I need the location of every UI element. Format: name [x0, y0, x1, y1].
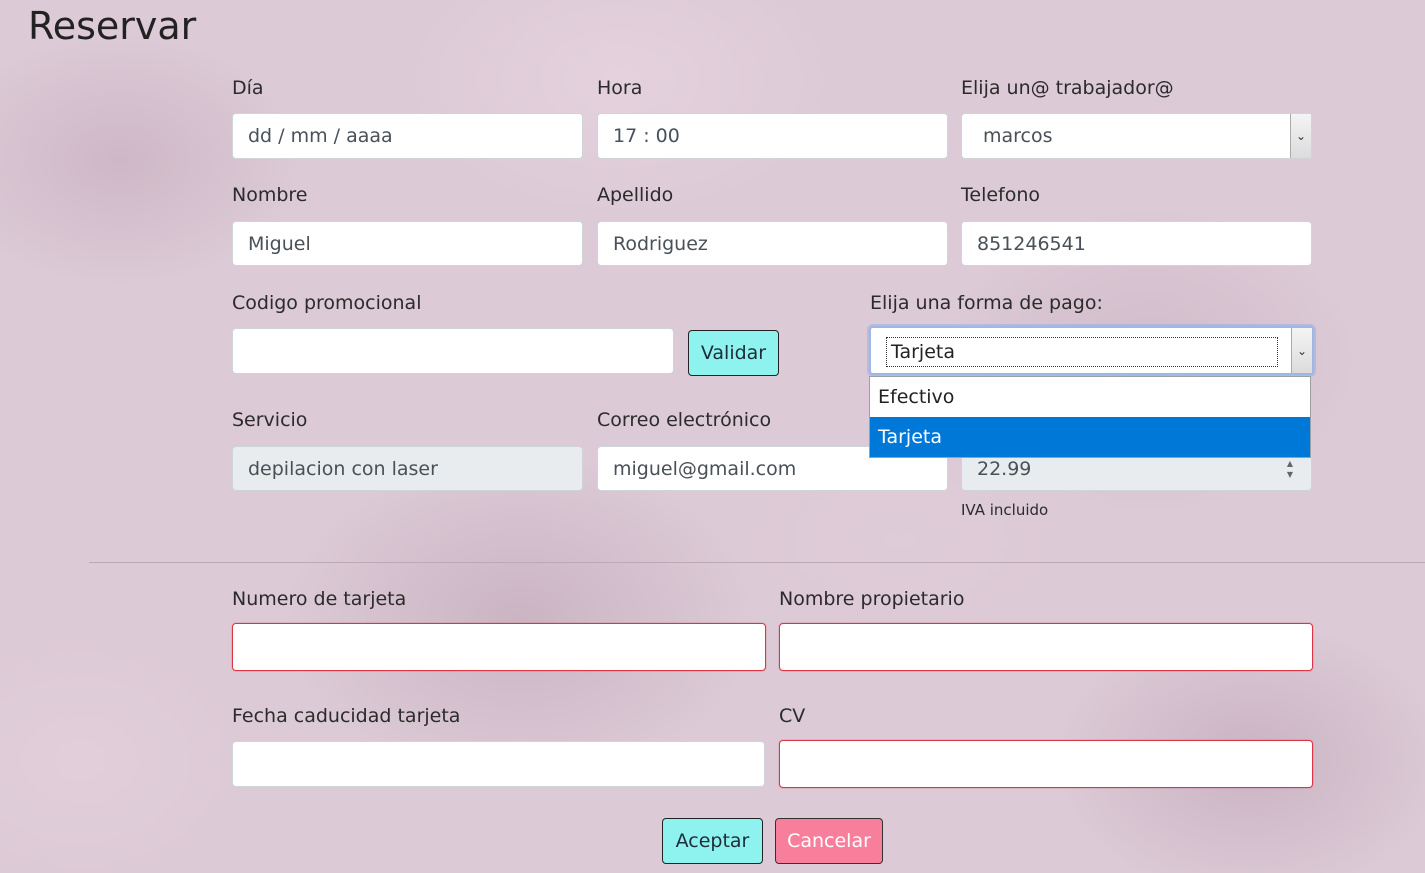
- hora-value: 17 : 00: [613, 125, 680, 147]
- hora-time-input[interactable]: 17 : 00: [597, 113, 948, 159]
- correo-label: Correo electrónico: [597, 409, 772, 431]
- pago-label: Elija una forma de pago:: [870, 292, 1103, 314]
- propietario-input[interactable]: [779, 623, 1313, 671]
- trabajador-select[interactable]: marcos ⌄: [961, 113, 1312, 159]
- nombre-input[interactable]: Miguel: [232, 221, 583, 266]
- numero-tarjeta-label: Numero de tarjeta: [232, 588, 407, 610]
- cv-input[interactable]: [779, 740, 1313, 788]
- servicio-label: Servicio: [232, 409, 308, 431]
- dia-label: Día: [232, 77, 264, 99]
- chevron-down-icon[interactable]: ⌄: [1291, 328, 1312, 373]
- numero-tarjeta-input[interactable]: [232, 623, 766, 671]
- cancelar-button[interactable]: Cancelar: [775, 818, 883, 864]
- nombre-value: Miguel: [248, 232, 311, 255]
- pago-dropdown-list: Efectivo Tarjeta: [869, 376, 1311, 458]
- caducidad-input[interactable]: [232, 741, 765, 787]
- pago-option-efectivo[interactable]: Efectivo: [870, 377, 1310, 417]
- propietario-label: Nombre propietario: [779, 588, 965, 610]
- pago-select[interactable]: Tarjeta ⌄: [869, 326, 1314, 375]
- servicio-value: depilacion con laser: [248, 457, 438, 480]
- precio-value: 22.99: [977, 457, 1032, 480]
- telefono-label: Telefono: [961, 184, 1041, 206]
- codigo-promocional-input[interactable]: [232, 328, 674, 374]
- pago-option-tarjeta[interactable]: Tarjeta: [870, 417, 1310, 457]
- validar-button[interactable]: Validar: [688, 330, 779, 376]
- trabajador-label: Elija un@ trabajador@: [961, 77, 1174, 99]
- telefono-input[interactable]: 851246541: [961, 221, 1312, 266]
- iva-note: IVA incluido: [961, 501, 1049, 519]
- chevron-down-icon[interactable]: ⌄: [1290, 114, 1311, 158]
- section-divider: [89, 562, 1425, 563]
- apellido-value: Rodriguez: [613, 232, 708, 255]
- cv-label: CV: [779, 705, 806, 727]
- hora-label: Hora: [597, 77, 643, 99]
- dia-date-input[interactable]: dd / mm / aaaa: [232, 113, 583, 159]
- correo-value: miguel@gmail.com: [613, 457, 797, 480]
- dia-placeholder: dd / mm / aaaa: [248, 125, 393, 147]
- spinner-icon[interactable]: ▲ ▼: [1283, 459, 1297, 479]
- aceptar-button[interactable]: Aceptar: [662, 818, 763, 864]
- caducidad-label: Fecha caducidad tarjeta: [232, 705, 461, 727]
- nombre-label: Nombre: [232, 184, 308, 206]
- telefono-value: 851246541: [977, 232, 1086, 255]
- page-title: Reservar: [28, 4, 197, 48]
- pago-selected-value: Tarjeta: [886, 337, 1278, 367]
- servicio-readonly-field: depilacion con laser: [232, 446, 583, 491]
- codigo-label: Codigo promocional: [232, 292, 422, 314]
- apellido-input[interactable]: Rodriguez: [597, 221, 948, 266]
- trabajador-value: marcos: [983, 125, 1053, 147]
- apellido-label: Apellido: [597, 184, 674, 206]
